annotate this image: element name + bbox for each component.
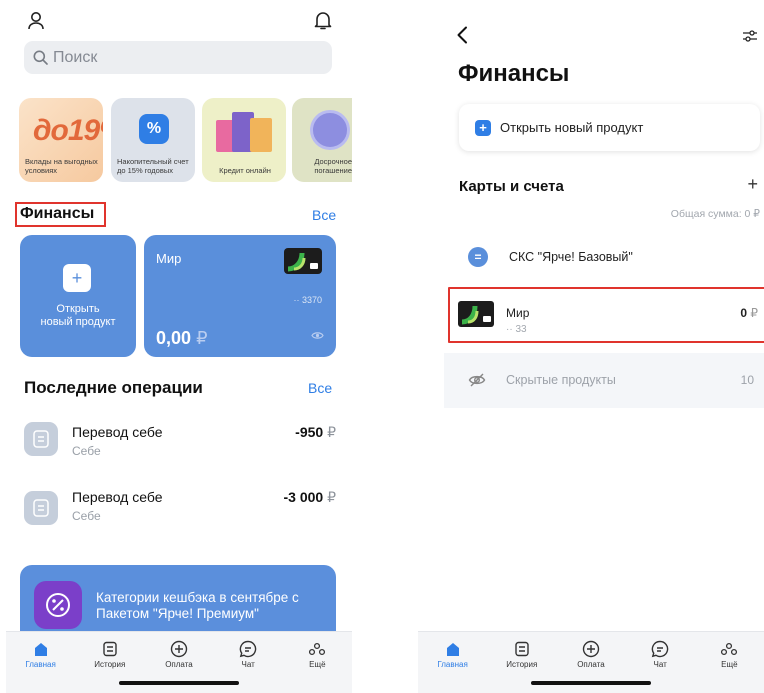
- mir-card[interactable]: Мир ·· 3370 0,00 ₽: [144, 235, 336, 357]
- hidden-products-label: Скрытые продукты: [506, 373, 616, 387]
- promo-text: Категории кешбэка в сентябре с Пакетом "…: [96, 590, 299, 621]
- notification-bell-icon[interactable]: [312, 9, 334, 31]
- story-credit[interactable]: Кредит онлайн: [202, 98, 286, 182]
- plus-icon: +: [63, 264, 91, 292]
- eye-icon[interactable]: [311, 331, 324, 340]
- tab-bar: Главная История Оплата Чат Ещё: [6, 631, 352, 693]
- card-number: ·· 33: [506, 324, 527, 335]
- tab-bar: Главная История Оплата Чат Ещё: [418, 631, 764, 693]
- tab-payment[interactable]: Оплата: [563, 638, 619, 693]
- hidden-products-count: 10: [740, 373, 754, 387]
- operation-amount: -3 000 ₽: [283, 489, 336, 505]
- finance-screen: Финансы + Открыть новый продукт Карты и …: [418, 0, 764, 693]
- new-product-label: Открыть новый продукт: [500, 120, 644, 135]
- account-row[interactable]: = СКС "Ярче! Базовый": [468, 245, 758, 275]
- tab-home[interactable]: Главная: [13, 638, 69, 693]
- shopping-bags-icon: [216, 110, 274, 156]
- finance-title: Финансы: [20, 205, 95, 222]
- back-chevron-icon[interactable]: [452, 24, 472, 46]
- operation-title: Перевод себе: [72, 424, 163, 440]
- eye-off-icon: [468, 372, 486, 388]
- operation-title: Перевод себе: [72, 489, 163, 505]
- search-input[interactable]: Поиск: [24, 41, 332, 74]
- chat-icon: [239, 640, 257, 658]
- hidden-products-row[interactable]: Скрытые продукты 10: [444, 353, 764, 408]
- open-new-product-card[interactable]: + Открыть новый продукт: [20, 235, 136, 357]
- card-number: ·· 3370: [293, 295, 322, 305]
- home-screen: Поиск до19% Вклады на выгодных условиях …: [6, 0, 352, 693]
- cards-section-title: Карты и счета: [459, 178, 564, 195]
- story-early-repayment[interactable]: Досрочное погашение: [292, 98, 352, 182]
- operation-amount: -950 ₽: [295, 424, 336, 440]
- story-savings[interactable]: % Накопительный счет до 15% годовых: [111, 98, 195, 182]
- tab-more[interactable]: Ещё: [701, 638, 757, 693]
- settings-sliders-icon[interactable]: [740, 26, 760, 46]
- more-dots-icon: [309, 642, 326, 656]
- operation-subtitle: Себе: [72, 509, 101, 523]
- account-name: СКС "Ярче! Базовый": [509, 250, 633, 264]
- search-placeholder: Поиск: [53, 48, 98, 66]
- story-caption: Досрочное погашение: [314, 157, 352, 175]
- story-deposits-percent: до19%: [33, 114, 103, 147]
- home-icon: [34, 643, 47, 656]
- cashback-percent-icon: [34, 581, 82, 629]
- percent-badge-icon: %: [139, 114, 169, 144]
- profile-icon[interactable]: [26, 10, 46, 30]
- card-name: Мир: [506, 306, 530, 320]
- story-caption: Накопительный счет до 15% годовых: [117, 157, 189, 175]
- open-new-product-button[interactable]: + Открыть новый продукт: [459, 104, 760, 151]
- operation-row[interactable]: Перевод себе Себе -3 000 ₽: [24, 486, 336, 530]
- card-name: Мир: [156, 251, 182, 266]
- home-icon: [446, 643, 459, 656]
- clock-icon: [310, 110, 350, 150]
- total-amount: Общая сумма: 0 ₽: [670, 208, 760, 220]
- chat-icon: [651, 640, 669, 658]
- page-title: Финансы: [458, 60, 570, 87]
- history-icon: [103, 641, 117, 657]
- plus-icon: +: [475, 119, 491, 136]
- story-deposits[interactable]: до19% Вклады на выгодных условиях: [19, 98, 103, 182]
- operation-row[interactable]: Перевод себе Себе -950 ₽: [24, 420, 336, 464]
- story-caption: Кредит онлайн: [219, 166, 271, 175]
- tab-chat[interactable]: Чат: [220, 638, 276, 693]
- payment-plus-icon: [582, 640, 600, 658]
- payment-plus-icon: [170, 640, 188, 658]
- tab-history[interactable]: История: [494, 638, 550, 693]
- open-product-label: Открыть новый продукт: [40, 303, 116, 328]
- tab-more[interactable]: Ещё: [289, 638, 345, 693]
- tab-home[interactable]: Главная: [425, 638, 481, 693]
- ops-title: Последние операции: [24, 378, 203, 397]
- finance-all-link[interactable]: Все: [312, 207, 336, 223]
- account-icon: =: [468, 247, 488, 267]
- document-icon: [24, 422, 58, 456]
- card-row[interactable]: Мир ·· 33 0 ₽: [458, 298, 758, 338]
- card-mir-logo-icon: [458, 301, 494, 327]
- card-amount: 0 ₽: [740, 306, 758, 320]
- add-product-button[interactable]: +: [747, 174, 758, 195]
- document-icon: [24, 491, 58, 525]
- history-icon: [515, 641, 529, 657]
- search-icon: [33, 50, 48, 65]
- tab-payment[interactable]: Оплата: [151, 638, 207, 693]
- card-balance: 0,00 ₽: [156, 328, 208, 348]
- operation-subtitle: Себе: [72, 444, 101, 458]
- card-mir-logo-icon: [284, 248, 322, 274]
- story-caption: Вклады на выгодных условиях: [25, 157, 98, 175]
- ops-all-link[interactable]: Все: [308, 380, 332, 396]
- tab-chat[interactable]: Чат: [632, 638, 688, 693]
- tab-history[interactable]: История: [82, 638, 138, 693]
- more-dots-icon: [721, 642, 738, 656]
